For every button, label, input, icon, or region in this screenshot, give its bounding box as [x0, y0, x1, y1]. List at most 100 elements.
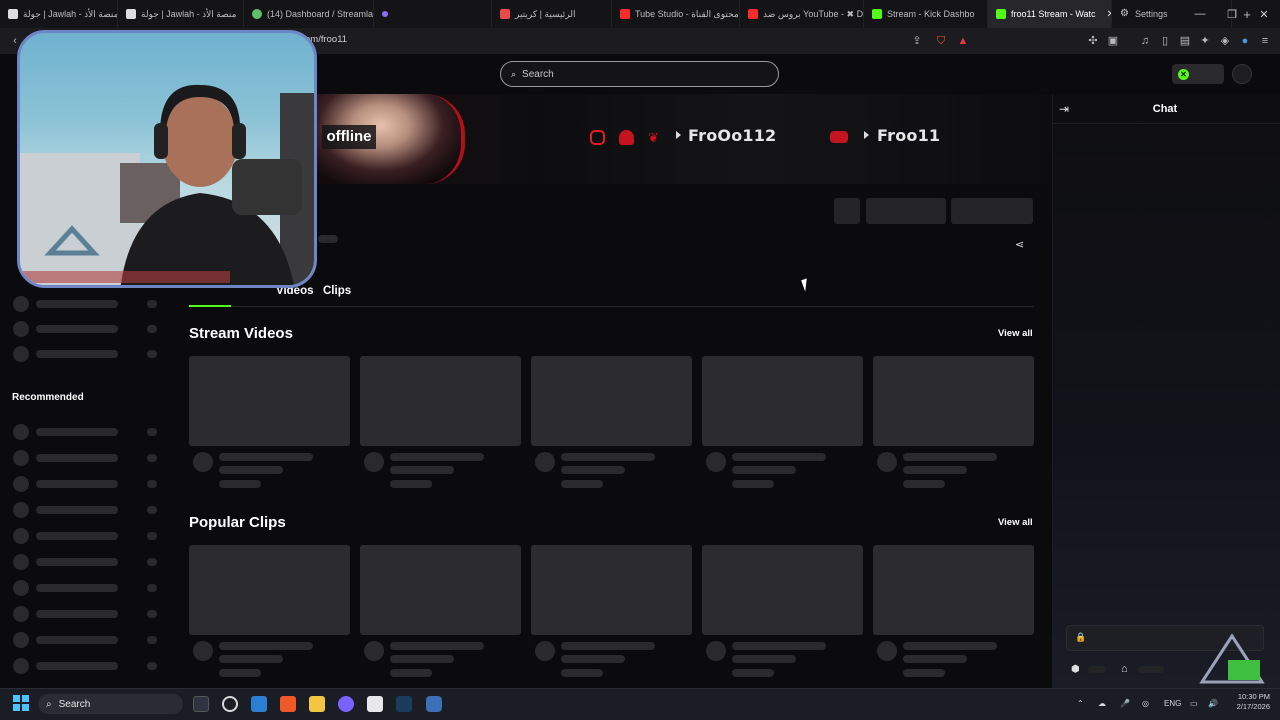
- search-icon: ⌕: [511, 68, 517, 79]
- taskbar-search[interactable]: ⌕ Search: [38, 694, 183, 714]
- video-card-placeholder[interactable]: [531, 356, 692, 446]
- vpn-icon[interactable]: ◈: [1218, 34, 1232, 48]
- display-icon[interactable]: ▭: [1190, 699, 1198, 708]
- video-card-placeholder[interactable]: [702, 545, 863, 635]
- network-icon[interactable]: ◎: [1142, 699, 1149, 708]
- sidebar-avatar-placeholder[interactable]: [13, 321, 29, 337]
- browser-tab[interactable]: جولة | Jawlah - منصة الأذ: [118, 0, 244, 28]
- text-placeholder: [390, 453, 484, 461]
- extensions-icon[interactable]: ✣: [1086, 34, 1100, 48]
- text-placeholder: [561, 655, 625, 663]
- shield-icon[interactable]: [426, 696, 442, 712]
- tab-favicon-icon: [500, 9, 510, 19]
- text-placeholder: [390, 480, 432, 488]
- minimize-icon[interactable]: —: [1184, 8, 1216, 20]
- taskbar-clock[interactable]: 10:30 PM 2/17/2026: [1228, 692, 1270, 712]
- profile-icon[interactable]: ●: [1238, 34, 1252, 48]
- browser-tab[interactable]: [374, 0, 492, 28]
- steam-icon[interactable]: [396, 696, 412, 712]
- sidebar-avatar-placeholder[interactable]: [13, 476, 29, 492]
- sidebar-name-placeholder: [36, 636, 118, 644]
- menu-icon[interactable]: ≡: [1258, 34, 1272, 48]
- brave-shield-icon[interactable]: ⛉: [934, 34, 948, 48]
- tray-chevron-icon[interactable]: ⌃: [1077, 699, 1084, 708]
- sidebar-avatar-placeholder[interactable]: [13, 554, 29, 570]
- video-card-placeholder[interactable]: [360, 545, 521, 635]
- sidebar-avatar-placeholder[interactable]: [13, 296, 29, 312]
- sidebar-icon[interactable]: ▯: [1158, 34, 1172, 48]
- volume-icon[interactable]: 🔊: [1208, 699, 1218, 708]
- tab-label: الرئيسية | كريتير: [515, 8, 576, 19]
- caret-icon: [676, 131, 681, 139]
- sidebar-avatar-placeholder[interactable]: [13, 606, 29, 622]
- video-card-placeholder[interactable]: [702, 356, 863, 446]
- music-icon[interactable]: ♫: [1138, 34, 1152, 48]
- text-placeholder: [219, 453, 313, 461]
- browser-tab-active[interactable]: froo11 Stream - Watc✕: [988, 0, 1112, 28]
- video-card-placeholder[interactable]: [189, 356, 350, 446]
- text-placeholder: [732, 655, 796, 663]
- sidebar-count-placeholder: [147, 454, 157, 462]
- chat-placeholder: [1088, 666, 1106, 673]
- notification-bell-icon: [619, 130, 634, 145]
- text-placeholder: [903, 669, 945, 677]
- browser-tab[interactable]: بروس ضد YouTube - ✖ D: [740, 0, 864, 28]
- share-icon[interactable]: ⇪: [910, 34, 924, 48]
- view-all-link[interactable]: View all: [998, 517, 1033, 528]
- instagram-icon: [590, 130, 605, 145]
- share-icon[interactable]: ⋖: [1015, 238, 1024, 251]
- sidebar-avatar-placeholder[interactable]: [13, 424, 29, 440]
- lock-icon: 🔒: [1075, 632, 1087, 642]
- text-placeholder: [219, 669, 261, 677]
- search-input[interactable]: ⌕ Search: [500, 61, 779, 87]
- brave-icon[interactable]: [280, 696, 296, 712]
- browser-tab[interactable]: Stream - Kick Dashbo: [864, 0, 988, 28]
- ai-icon[interactable]: ✦: [1198, 34, 1212, 48]
- sidebar-avatar-placeholder[interactable]: [13, 580, 29, 596]
- avatar-placeholder: [877, 641, 897, 661]
- video-card-placeholder[interactable]: [531, 545, 692, 635]
- sidebar-avatar-placeholder[interactable]: [13, 450, 29, 466]
- active-tab-indicator: [189, 305, 231, 307]
- browser-tab[interactable]: (14) Dashboard / Streamla: [244, 0, 374, 28]
- view-all-link[interactable]: View all: [998, 328, 1033, 339]
- collapse-chat-icon[interactable]: ⇥: [1059, 102, 1069, 116]
- file-explorer-icon[interactable]: [309, 696, 325, 712]
- avatar-placeholder: [364, 641, 384, 661]
- microphone-icon[interactable]: 🎤: [1120, 699, 1130, 708]
- chrome-icon[interactable]: [222, 696, 238, 712]
- sidebar-avatar-placeholder[interactable]: [13, 528, 29, 544]
- close-window-icon[interactable]: ✕: [1248, 8, 1280, 21]
- sidebar-avatar-placeholder[interactable]: [13, 502, 29, 518]
- sidebar-avatar-placeholder[interactable]: [13, 346, 29, 362]
- text-placeholder: [732, 453, 826, 461]
- wallet-icon[interactable]: ▤: [1178, 34, 1192, 48]
- sidebar-avatar-placeholder[interactable]: [13, 632, 29, 648]
- text-placeholder: [219, 655, 283, 663]
- screenshot-icon[interactable]: ▣: [1106, 34, 1120, 48]
- tab-label: جولة | Jawlah - منصة الأذ: [141, 8, 237, 19]
- emote-icon[interactable]: ⬢: [1071, 664, 1080, 675]
- tab-label: بروس ضد YouTube - ✖ D: [763, 8, 864, 19]
- notepad-icon[interactable]: [367, 696, 383, 712]
- vscode-icon[interactable]: [251, 696, 267, 712]
- text-placeholder: [903, 480, 945, 488]
- browser-tab[interactable]: الرئيسية | كريتير: [492, 0, 612, 28]
- video-card-placeholder[interactable]: [873, 545, 1034, 635]
- discord-icon[interactable]: [338, 696, 354, 712]
- video-card-placeholder[interactable]: [360, 356, 521, 446]
- sidebar-avatar-placeholder[interactable]: [13, 658, 29, 674]
- browser-tab[interactable]: جولة | Jawlah - منصة الأذ: [0, 0, 118, 28]
- tab-clips[interactable]: Clips: [323, 285, 351, 297]
- rewards-icon[interactable]: ▲: [956, 34, 970, 48]
- video-card-placeholder[interactable]: [873, 356, 1034, 446]
- browser-tab[interactable]: Tube Studio - محتوى القناة: [612, 0, 740, 28]
- store-icon[interactable]: ⌂: [1121, 663, 1128, 675]
- task-view-icon[interactable]: [193, 696, 209, 712]
- windows-start-icon[interactable]: [13, 695, 29, 711]
- language-indicator[interactable]: ENG: [1164, 699, 1181, 708]
- user-avatar[interactable]: [1232, 64, 1252, 84]
- onedrive-icon[interactable]: ☁: [1098, 699, 1106, 708]
- video-card-placeholder[interactable]: [189, 545, 350, 635]
- restore-icon[interactable]: ❐: [1216, 8, 1248, 21]
